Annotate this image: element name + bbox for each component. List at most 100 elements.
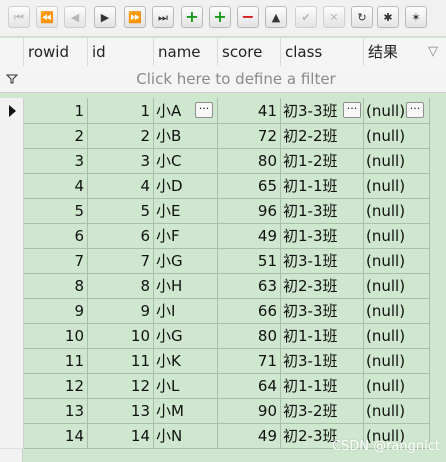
cell-name[interactable]: 小L — [154, 373, 218, 399]
row-indicator[interactable] — [0, 298, 24, 324]
row-indicator[interactable] — [0, 98, 24, 124]
sort-triangle-icon[interactable]: ▽ — [428, 38, 438, 66]
table-row[interactable]: 3 3 小C 80 初1-2班 (null) — [0, 148, 446, 174]
table-row[interactable]: 5 5 小E 96 初1-3班 (null) — [0, 198, 446, 224]
cell-rowid[interactable]: 1 — [24, 98, 88, 124]
cell-class[interactable]: 初3-1班 — [281, 348, 364, 374]
cell-score[interactable]: 49 — [218, 423, 281, 449]
cell-rowid[interactable]: 2 — [24, 123, 88, 149]
row-indicator[interactable] — [0, 123, 24, 149]
cell-score[interactable]: 71 — [218, 348, 281, 374]
cell-rowid[interactable]: 6 — [24, 223, 88, 249]
name-ellipsis-button[interactable]: ··· — [195, 102, 213, 118]
cell-name[interactable]: 小G — [154, 248, 218, 274]
cell-class[interactable]: 初3-3班 — [281, 298, 364, 324]
table-row[interactable]: 7 7 小G 51 初3-1班 (null) — [0, 248, 446, 274]
row-indicator[interactable] — [0, 148, 24, 174]
row-indicator[interactable] — [0, 423, 24, 449]
column-header-id[interactable]: id — [88, 38, 154, 66]
cell-result[interactable]: (null) — [364, 373, 430, 399]
cell-score[interactable]: 90 — [218, 398, 281, 424]
edit-record-button[interactable]: ▲ — [265, 6, 287, 28]
cell-class[interactable]: 初3-2班 — [281, 398, 364, 424]
cell-id[interactable]: 11 — [88, 348, 154, 374]
cell-class[interactable]: 初3-1班 — [281, 248, 364, 274]
cell-class[interactable]: 初1-1班 — [281, 373, 364, 399]
cell-rowid[interactable]: 5 — [24, 198, 88, 224]
cell-name[interactable]: 小E — [154, 198, 218, 224]
delete-record-button[interactable]: − — [237, 6, 259, 28]
cell-id[interactable]: 2 — [88, 123, 154, 149]
column-header-class[interactable]: class — [281, 38, 364, 66]
row-indicator[interactable] — [0, 373, 24, 399]
cell-id[interactable]: 3 — [88, 148, 154, 174]
cell-class[interactable]: 初1-3班 — [281, 198, 364, 224]
cell-class[interactable]: 初1-1班 — [281, 173, 364, 199]
cell-score[interactable]: 51 — [218, 248, 281, 274]
cell-name[interactable]: 小M — [154, 398, 218, 424]
table-row[interactable]: 10 10 小G 80 初1-1班 (null) — [0, 323, 446, 349]
row-indicator[interactable] — [0, 248, 24, 274]
cell-id[interactable]: 1 — [88, 98, 154, 124]
cell-rowid[interactable]: 12 — [24, 373, 88, 399]
cell-rowid[interactable]: 7 — [24, 248, 88, 274]
save-bookmark-button[interactable]: ✱ — [377, 6, 399, 28]
table-row[interactable]: 1 1 小A 41 初3-3班 (null) ··· ··· ··· — [0, 98, 446, 124]
cell-result[interactable]: (null) — [364, 298, 430, 324]
cell-id[interactable]: 10 — [88, 323, 154, 349]
cell-id[interactable]: 8 — [88, 273, 154, 299]
row-indicator[interactable] — [0, 173, 24, 199]
cell-name[interactable]: 小G — [154, 323, 218, 349]
row-indicator[interactable] — [0, 198, 24, 224]
cell-rowid[interactable]: 10 — [24, 323, 88, 349]
cell-score[interactable]: 96 — [218, 198, 281, 224]
table-row[interactable]: 4 4 小D 65 初1-1班 (null) — [0, 173, 446, 199]
table-row[interactable]: 11 11 小K 71 初3-1班 (null) — [0, 348, 446, 374]
cell-score[interactable]: 64 — [218, 373, 281, 399]
table-row[interactable]: 6 6 小F 49 初1-3班 (null) — [0, 223, 446, 249]
post-edit-button[interactable]: ✔ — [295, 6, 317, 28]
refresh-button[interactable]: ↻ — [351, 6, 373, 28]
cell-class[interactable]: 初1-3班 — [281, 223, 364, 249]
table-row[interactable]: 12 12 小L 64 初1-1班 (null) — [0, 373, 446, 399]
cell-id[interactable]: 5 — [88, 198, 154, 224]
cell-result[interactable]: (null) — [364, 173, 430, 199]
table-row[interactable]: 2 2 小B 72 初2-2班 (null) — [0, 123, 446, 149]
last-record-button[interactable]: ⏭ — [152, 6, 174, 28]
cell-score[interactable]: 63 — [218, 273, 281, 299]
filter-placeholder[interactable]: Click here to define a filter — [26, 66, 446, 92]
next-page-button[interactable]: ⏩ — [124, 6, 146, 28]
cell-result[interactable]: (null) — [364, 123, 430, 149]
row-indicator[interactable] — [0, 323, 24, 349]
cell-result[interactable]: (null) — [364, 398, 430, 424]
prior-page-button[interactable]: ⏪ — [36, 6, 58, 28]
row-indicator[interactable] — [0, 273, 24, 299]
insert-record-button[interactable]: + — [181, 6, 203, 28]
cell-result[interactable]: (null) — [364, 198, 430, 224]
cell-score[interactable]: 65 — [218, 173, 281, 199]
cell-id[interactable]: 9 — [88, 298, 154, 324]
cell-score[interactable]: 49 — [218, 223, 281, 249]
filter-icon[interactable] — [6, 74, 18, 84]
cell-score[interactable]: 72 — [218, 123, 281, 149]
column-header-score[interactable]: score — [218, 38, 281, 66]
table-row[interactable]: 8 8 小H 63 初2-3班 (null) — [0, 273, 446, 299]
cell-class[interactable]: 初1-2班 — [281, 148, 364, 174]
cell-rowid[interactable]: 14 — [24, 423, 88, 449]
filter-row[interactable]: Click here to define a filter — [0, 66, 446, 93]
table-row[interactable]: 13 13 小M 90 初3-2班 (null) — [0, 398, 446, 424]
cell-score[interactable]: 66 — [218, 298, 281, 324]
column-header-result[interactable]: 结果 ▽ — [364, 38, 446, 66]
table-row[interactable]: 9 9 小I 66 初3-3班 (null) — [0, 298, 446, 324]
cell-result[interactable]: (null) — [364, 148, 430, 174]
column-header-rowid[interactable]: rowid — [24, 38, 88, 66]
cell-result[interactable]: (null) — [364, 323, 430, 349]
cell-id[interactable]: 4 — [88, 173, 154, 199]
cell-name[interactable]: 小N — [154, 423, 218, 449]
column-header-name[interactable]: name — [154, 38, 218, 66]
cell-class[interactable]: 初2-3班 — [281, 273, 364, 299]
cell-name[interactable]: 小H — [154, 273, 218, 299]
cell-score[interactable]: 80 — [218, 148, 281, 174]
row-indicator[interactable] — [0, 223, 24, 249]
cell-class[interactable]: 初1-1班 — [281, 323, 364, 349]
